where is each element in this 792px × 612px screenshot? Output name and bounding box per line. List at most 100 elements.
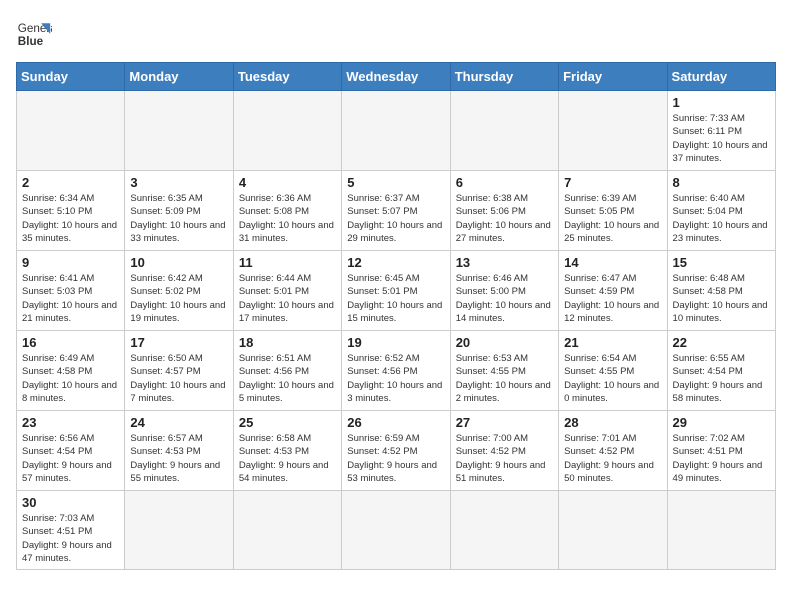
day-info: Sunrise: 6:54 AM Sunset: 4:55 PM Dayligh… — [564, 352, 661, 405]
day-info: Sunrise: 6:44 AM Sunset: 5:01 PM Dayligh… — [239, 272, 336, 325]
calendar-cell: 14 Sunrise: 6:47 AM Sunset: 4:59 PM Dayli… — [559, 251, 667, 331]
svg-text:Blue: Blue — [18, 35, 44, 48]
day-info: Sunrise: 6:55 AM Sunset: 4:54 PM Dayligh… — [673, 352, 770, 405]
calendar-cell — [559, 491, 667, 570]
day-number: 15 — [673, 255, 770, 270]
calendar-cell: 2Sunrise: 6:34 AM Sunset: 5:10 PM Daylig… — [17, 171, 125, 251]
weekday-header-saturday: Saturday — [667, 63, 775, 91]
day-number: 25 — [239, 415, 336, 430]
day-number: 26 — [347, 415, 444, 430]
day-info: Sunrise: 7:01 AM Sunset: 4:52 PM Dayligh… — [564, 432, 661, 485]
calendar-cell — [667, 491, 775, 570]
calendar-cell: 18Sunrise: 6:51 AM Sunset: 4:56 PM Dayli… — [233, 331, 341, 411]
day-number: 21 — [564, 335, 661, 350]
day-number: 8 — [673, 175, 770, 190]
weekday-header-thursday: Thursday — [450, 63, 558, 91]
day-number: 19 — [347, 335, 444, 350]
day-info: Sunrise: 6:56 AM Sunset: 4:54 PM Dayligh… — [22, 432, 119, 485]
day-number: 1 — [673, 95, 770, 110]
calendar-cell: 1 Sunrise: 7:33 AM Sunset: 6:11 PM Daylig… — [667, 91, 775, 171]
day-number: 16 — [22, 335, 119, 350]
calendar-cell: 23 Sunrise: 6:56 AM Sunset: 4:54 PM Dayli… — [17, 411, 125, 491]
day-info: Sunrise: 6:38 AM Sunset: 5:06 PM Dayligh… — [456, 192, 553, 245]
calendar-cell: 30 Sunrise: 7:03 AM Sunset: 4:51 PM Dayli… — [17, 491, 125, 570]
day-info: Sunrise: 6:35 AM Sunset: 5:09 PM Dayligh… — [130, 192, 227, 245]
week-row-6: 30 Sunrise: 7:03 AM Sunset: 4:51 PM Dayli… — [17, 491, 776, 570]
day-number: 18 — [239, 335, 336, 350]
day-number: 23 — [22, 415, 119, 430]
weekday-header-sunday: Sunday — [17, 63, 125, 91]
day-number: 30 — [22, 495, 119, 510]
calendar-cell: 28Sunrise: 7:01 AM Sunset: 4:52 PM Dayli… — [559, 411, 667, 491]
calendar-cell: 20Sunrise: 6:53 AM Sunset: 4:55 PM Dayli… — [450, 331, 558, 411]
day-info: Sunrise: 6:46 AM Sunset: 5:00 PM Dayligh… — [456, 272, 553, 325]
day-info: Sunrise: 6:36 AM Sunset: 5:08 PM Dayligh… — [239, 192, 336, 245]
day-info: Sunrise: 6:42 AM Sunset: 5:02 PM Dayligh… — [130, 272, 227, 325]
calendar-cell — [125, 491, 233, 570]
weekday-header-row: SundayMondayTuesdayWednesdayThursdayFrid… — [17, 63, 776, 91]
day-number: 6 — [456, 175, 553, 190]
day-number: 5 — [347, 175, 444, 190]
calendar-cell: 19 Sunrise: 6:52 AM Sunset: 4:56 PM Dayli… — [342, 331, 450, 411]
calendar-cell: 8 Sunrise: 6:40 AM Sunset: 5:04 PM Daylig… — [667, 171, 775, 251]
day-number: 9 — [22, 255, 119, 270]
calendar-cell: 24 Sunrise: 6:57 AM Sunset: 4:53 PM Dayli… — [125, 411, 233, 491]
day-info: Sunrise: 6:52 AM Sunset: 4:56 PM Dayligh… — [347, 352, 444, 405]
day-info: Sunrise: 6:50 AM Sunset: 4:57 PM Dayligh… — [130, 352, 227, 405]
calendar-cell — [125, 91, 233, 171]
logo-area: General Blue — [16, 16, 52, 52]
day-number: 4 — [239, 175, 336, 190]
calendar-cell: 21 Sunrise: 6:54 AM Sunset: 4:55 PM Dayli… — [559, 331, 667, 411]
day-info: Sunrise: 6:37 AM Sunset: 5:07 PM Dayligh… — [347, 192, 444, 245]
day-number: 10 — [130, 255, 227, 270]
calendar-cell: 13Sunrise: 6:46 AM Sunset: 5:00 PM Dayli… — [450, 251, 558, 331]
day-info: Sunrise: 6:39 AM Sunset: 5:05 PM Dayligh… — [564, 192, 661, 245]
calendar-cell: 27Sunrise: 7:00 AM Sunset: 4:52 PM Dayli… — [450, 411, 558, 491]
day-number: 3 — [130, 175, 227, 190]
weekday-header-wednesday: Wednesday — [342, 63, 450, 91]
calendar-cell — [233, 91, 341, 171]
day-info: Sunrise: 6:48 AM Sunset: 4:58 PM Dayligh… — [673, 272, 770, 325]
header: General Blue — [16, 16, 776, 52]
day-number: 14 — [564, 255, 661, 270]
day-info: Sunrise: 7:02 AM Sunset: 4:51 PM Dayligh… — [673, 432, 770, 485]
day-number: 29 — [673, 415, 770, 430]
day-info: Sunrise: 6:58 AM Sunset: 4:53 PM Dayligh… — [239, 432, 336, 485]
week-row-3: 9Sunrise: 6:41 AM Sunset: 5:03 PM Daylig… — [17, 251, 776, 331]
calendar-cell: 12Sunrise: 6:45 AM Sunset: 5:01 PM Dayli… — [342, 251, 450, 331]
day-info: Sunrise: 6:40 AM Sunset: 5:04 PM Dayligh… — [673, 192, 770, 245]
calendar-cell: 6 Sunrise: 6:38 AM Sunset: 5:06 PM Daylig… — [450, 171, 558, 251]
day-info: Sunrise: 7:33 AM Sunset: 6:11 PM Dayligh… — [673, 112, 770, 165]
calendar-cell: 25 Sunrise: 6:58 AM Sunset: 4:53 PM Dayli… — [233, 411, 341, 491]
calendar-cell: 11 Sunrise: 6:44 AM Sunset: 5:01 PM Dayli… — [233, 251, 341, 331]
calendar-cell: 16 Sunrise: 6:49 AM Sunset: 4:58 PM Dayli… — [17, 331, 125, 411]
day-number: 24 — [130, 415, 227, 430]
calendar-cell: 26Sunrise: 6:59 AM Sunset: 4:52 PM Dayli… — [342, 411, 450, 491]
calendar-table: SundayMondayTuesdayWednesdayThursdayFrid… — [16, 62, 776, 570]
calendar-cell: 3 Sunrise: 6:35 AM Sunset: 5:09 PM Daylig… — [125, 171, 233, 251]
generalblue-logo-icon: General Blue — [16, 16, 52, 52]
calendar-cell — [17, 91, 125, 171]
calendar-cell: 29 Sunrise: 7:02 AM Sunset: 4:51 PM Dayli… — [667, 411, 775, 491]
calendar-cell — [450, 491, 558, 570]
page-container: General Blue SundayMondayTuesdayWednesda… — [16, 16, 776, 570]
calendar-cell: 15 Sunrise: 6:48 AM Sunset: 4:58 PM Dayli… — [667, 251, 775, 331]
day-info: Sunrise: 6:57 AM Sunset: 4:53 PM Dayligh… — [130, 432, 227, 485]
weekday-header-tuesday: Tuesday — [233, 63, 341, 91]
day-info: Sunrise: 6:47 AM Sunset: 4:59 PM Dayligh… — [564, 272, 661, 325]
calendar-cell — [342, 91, 450, 171]
day-number: 20 — [456, 335, 553, 350]
day-number: 7 — [564, 175, 661, 190]
day-info: Sunrise: 7:03 AM Sunset: 4:51 PM Dayligh… — [22, 512, 119, 565]
calendar-cell: 22 Sunrise: 6:55 AM Sunset: 4:54 PM Dayli… — [667, 331, 775, 411]
day-number: 17 — [130, 335, 227, 350]
day-number: 22 — [673, 335, 770, 350]
day-number: 12 — [347, 255, 444, 270]
calendar-cell — [450, 91, 558, 171]
day-info: Sunrise: 6:34 AM Sunset: 5:10 PM Dayligh… — [22, 192, 119, 245]
week-row-1: 1 Sunrise: 7:33 AM Sunset: 6:11 PM Daylig… — [17, 91, 776, 171]
day-info: Sunrise: 6:49 AM Sunset: 4:58 PM Dayligh… — [22, 352, 119, 405]
calendar-cell: 17 Sunrise: 6:50 AM Sunset: 4:57 PM Dayli… — [125, 331, 233, 411]
calendar-cell: 4 Sunrise: 6:36 AM Sunset: 5:08 PM Daylig… — [233, 171, 341, 251]
day-number: 11 — [239, 255, 336, 270]
